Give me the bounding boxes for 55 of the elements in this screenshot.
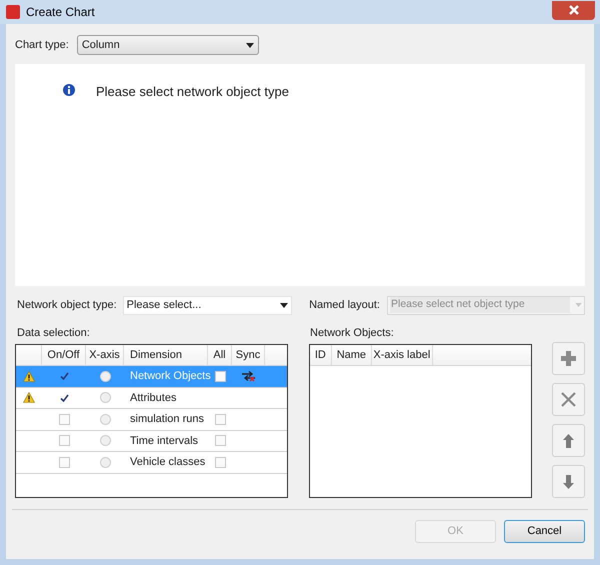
radio-button[interactable]: [100, 392, 110, 404]
info-icon: [63, 84, 75, 96]
dimension-text: Network Objects: [129, 369, 208, 384]
caret-icon: [246, 42, 254, 48]
caret-icon: [575, 303, 582, 307]
checkbox[interactable]: [58, 456, 70, 468]
network-objects-label: Network Objects:: [310, 326, 394, 340]
sync-icon[interactable]: [241, 370, 256, 382]
caret-icon: [280, 302, 288, 308]
check-icon[interactable]: [60, 394, 68, 402]
column-header[interactable]: X-axis label: [372, 345, 433, 365]
column-header[interactable]: ID: [310, 345, 332, 365]
dimension-text: simulation runs: [129, 412, 205, 427]
checkbox[interactable]: [214, 456, 226, 468]
arrow-down-icon: [563, 474, 574, 488]
network-object-type-label: Network object type:: [16, 298, 117, 313]
radio-button[interactable]: [100, 456, 110, 468]
radio-button[interactable]: [100, 435, 110, 446]
table-row[interactable]: Attributes: [16, 388, 287, 409]
window-title: Create Chart: [26, 4, 95, 21]
checkbox[interactable]: [214, 414, 226, 425]
checkbox[interactable]: [214, 370, 226, 382]
dimension-text: Vehicle classes: [129, 455, 206, 470]
info-message: Please select network object type: [96, 83, 289, 101]
check-icon[interactable]: [60, 372, 68, 380]
column-header[interactable]: On/Off: [42, 345, 86, 365]
column-header[interactable]: Dimension: [124, 345, 208, 365]
checkbox[interactable]: [58, 414, 70, 425]
table-row[interactable]: Time intervals: [16, 430, 287, 452]
column-header[interactable]: X-axis: [86, 345, 124, 365]
column-header[interactable]: Sync: [232, 345, 265, 365]
dimension-text: Time intervals: [129, 434, 200, 448]
dimension-text: Attributes: [129, 390, 178, 406]
add-button[interactable]: [552, 342, 585, 375]
cancel-button[interactable]: Cancel: [504, 520, 585, 543]
data-selection-label: Data selection:: [16, 326, 91, 340]
network-object-type-dropdown[interactable]: Please select...: [122, 296, 292, 314]
column-header[interactable]: Name: [332, 345, 372, 365]
checkbox[interactable]: [214, 435, 226, 446]
app-icon: [6, 5, 20, 19]
arrow-up-icon: [563, 434, 574, 448]
column-header[interactable]: All: [208, 345, 232, 365]
move-up-button[interactable]: [552, 424, 585, 457]
chart-type-label: Chart type:: [15, 38, 69, 53]
named-layout-label: Named layout:: [309, 298, 380, 313]
add-icon: [561, 351, 576, 366]
close-icon: [561, 392, 576, 407]
radio-button[interactable]: [100, 370, 110, 382]
chart-type-dropdown[interactable]: Column: [76, 35, 259, 55]
close-icon: [568, 5, 580, 15]
close-button[interactable]: [552, 0, 595, 20]
move-down-button[interactable]: [552, 465, 585, 498]
remove-button[interactable]: [552, 383, 585, 416]
checkbox[interactable]: [58, 435, 70, 446]
radio-button[interactable]: [100, 414, 110, 425]
